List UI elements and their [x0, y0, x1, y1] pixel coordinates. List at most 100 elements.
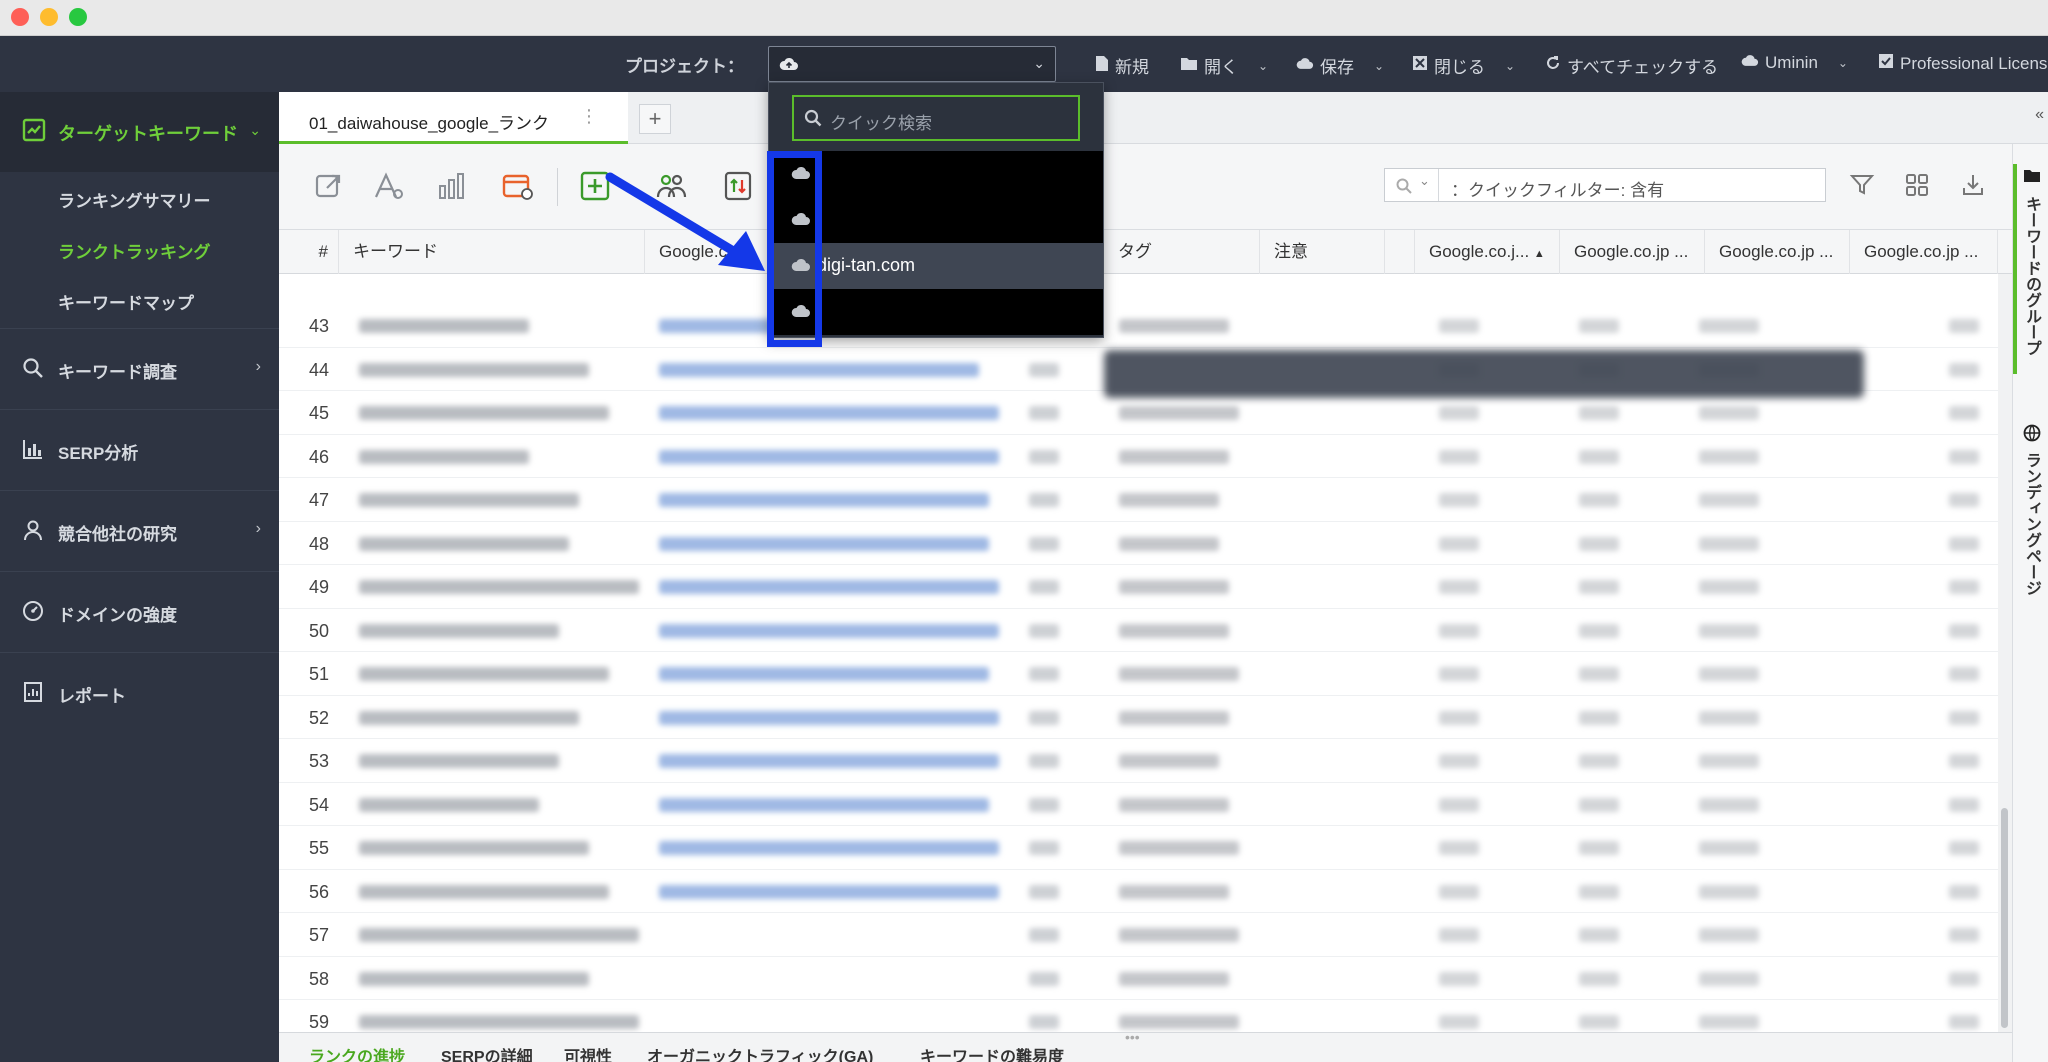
table-row[interactable]: 46	[279, 435, 2012, 478]
sidebar-item-target-keywords[interactable]: ターゲットキーワード ⌄	[0, 92, 279, 172]
redacted-cell	[1029, 449, 1059, 464]
redacted-cell	[1439, 667, 1479, 681]
grid-view-icon[interactable]	[1904, 172, 1930, 203]
redacted-cell	[1029, 493, 1059, 507]
table-row[interactable]: 58	[279, 957, 2012, 1000]
column-header-google-2[interactable]: Google.co.jp ...	[1560, 230, 1705, 274]
table-row[interactable]: 57	[279, 913, 2012, 957]
redacted-cell	[1439, 580, 1479, 594]
tab-keyword-difficulty[interactable]: キーワードの難易度	[920, 1043, 1064, 1062]
filter-icon[interactable]	[1849, 172, 1875, 203]
table-row[interactable]: 56	[279, 870, 2012, 913]
save-button[interactable]: 保存 ⌄	[1296, 53, 1384, 78]
table-row[interactable]: 55	[279, 826, 2012, 870]
redacted-cell	[1029, 884, 1059, 899]
sidebar-item-keyword-map[interactable]: キーワードマップ	[58, 289, 194, 314]
tab-organic-traffic[interactable]: オーガニックトラフィック(GA)	[647, 1043, 873, 1062]
chevron-down-icon[interactable]: ⌄	[1374, 59, 1384, 73]
chevron-down-icon[interactable]: ⌄	[1258, 59, 1268, 73]
sidebar-item-competitor-research[interactable]: 競合他社の研究 ›	[0, 490, 279, 570]
redacted-cell	[359, 536, 569, 551]
sidebar-item-reports[interactable]: レポート	[0, 652, 279, 732]
redacted-cell	[1119, 319, 1229, 333]
export-icon[interactable]	[313, 170, 347, 204]
project-select[interactable]: ⌄	[768, 46, 1056, 82]
sidebar-item-ranking-summary[interactable]: ランキングサマリー	[58, 187, 211, 212]
sidebar-item-domain-strength[interactable]: ドメインの強度	[0, 571, 279, 651]
user-menu[interactable]: Uminin ⌄	[1741, 53, 1848, 73]
cloud-upload-icon	[1296, 56, 1314, 76]
redacted-cell	[359, 319, 529, 333]
sidebar-item-keyword-research[interactable]: キーワード調査 ›	[0, 328, 279, 408]
redacted-cell	[1029, 754, 1059, 768]
redacted-cell	[1949, 1015, 1979, 1029]
maximize-window-button[interactable]	[69, 8, 87, 26]
row-number: 54	[308, 794, 329, 815]
table-row[interactable]: 43	[279, 304, 2012, 348]
sort-asc-icon: ▲	[1533, 248, 1545, 260]
rail-landing-pages[interactable]: ランディングページ	[2019, 452, 2043, 596]
redacted-cell	[359, 841, 589, 855]
redacted-cell	[359, 623, 559, 638]
table-row[interactable]: 48	[279, 522, 2012, 565]
sidebar-item-serp-analysis[interactable]: SERP分析	[0, 409, 279, 489]
table-row[interactable]: 50	[279, 609, 2012, 652]
redacted-cell	[1119, 1015, 1239, 1029]
vertical-scrollbar[interactable]	[1998, 274, 2012, 1032]
table-row[interactable]: 51	[279, 652, 2012, 696]
tab-visibility[interactable]: 可視性	[564, 1043, 612, 1062]
table-row[interactable]: 59	[279, 1000, 2012, 1032]
column-header-number[interactable]: #	[279, 230, 339, 274]
rank-chart-icon[interactable]	[436, 170, 470, 204]
redacted-cell	[1699, 710, 1759, 725]
tab-rank-progress[interactable]: ランクの進捗	[309, 1043, 405, 1062]
close-project-button[interactable]: 閉じる ⌄	[1412, 53, 1515, 78]
tab-serp-details[interactable]: SERPの詳細	[441, 1043, 533, 1062]
minimize-window-button[interactable]	[40, 8, 58, 26]
table-row[interactable]: 49	[279, 565, 2012, 609]
table-row[interactable]: 53	[279, 739, 2012, 783]
redacted-cell	[1949, 623, 1979, 638]
kebab-menu-icon[interactable]: ⋮	[580, 106, 598, 127]
rail-keyword-groups[interactable]: キーワードのグループ	[2019, 196, 2043, 356]
quick-search-input[interactable]: クイック検索	[792, 95, 1080, 141]
column-header-note[interactable]: 注意	[1260, 230, 1415, 274]
sidebar-item-rank-tracking[interactable]: ランクトラッキング	[58, 238, 211, 263]
download-icon[interactable]	[1960, 172, 1986, 203]
redacted-cell	[359, 493, 579, 507]
table-row[interactable]: 47	[279, 478, 2012, 522]
redacted-cell	[1949, 710, 1979, 725]
add-tab-button[interactable]: +	[639, 104, 671, 134]
table-row[interactable]: 52	[279, 696, 2012, 739]
redacted-cell	[1579, 623, 1619, 638]
scrollbar-thumb[interactable]	[2001, 808, 2008, 1028]
tab-rank-tracking[interactable]: 01_daiwahouse_google_ランク ⋮	[279, 92, 628, 144]
double-chevron-left-icon[interactable]: «	[2035, 106, 2044, 124]
redacted-cell	[1699, 580, 1759, 594]
redacted-cell	[1579, 797, 1619, 812]
filter-mode-select[interactable]: ⌄	[1385, 169, 1439, 201]
quick-filter-input[interactable]: ⌄ ：クイックフィルター: 含有	[1384, 168, 1826, 202]
sidebar-header-label: ターゲットキーワード	[58, 124, 238, 144]
table-row[interactable]: 54	[279, 783, 2012, 826]
redacted-cell	[1439, 536, 1479, 551]
redacted-cell	[1579, 928, 1619, 942]
column-header-google-4[interactable]: Google.co.jp ...	[1850, 230, 1998, 274]
chevron-down-icon[interactable]: ⌄	[1838, 56, 1848, 70]
keyword-tool-icon[interactable]	[372, 170, 406, 204]
chevron-down-icon[interactable]: ⌄	[1505, 59, 1515, 73]
column-header-tag[interactable]: タグ	[1104, 230, 1260, 274]
column-header-google-3[interactable]: Google.co.jp ...	[1705, 230, 1850, 274]
check-all-button[interactable]: すべてチェックする	[1545, 53, 1718, 78]
open-button[interactable]: 開く ⌄	[1180, 53, 1268, 78]
close-window-button[interactable]	[11, 8, 29, 26]
new-button[interactable]: 新規	[1095, 53, 1149, 78]
schedule-icon[interactable]	[501, 170, 535, 204]
user-icon	[22, 519, 44, 546]
redacted-cell	[1949, 449, 1979, 464]
redacted-cell	[1439, 1015, 1479, 1029]
license-button[interactable]: Professional License	[1878, 53, 2048, 74]
redacted-cell	[1439, 971, 1479, 986]
column-header-google-1[interactable]: Google.co.j... ▲	[1415, 230, 1560, 274]
resize-grip-icon[interactable]: •••	[1125, 1029, 1140, 1045]
